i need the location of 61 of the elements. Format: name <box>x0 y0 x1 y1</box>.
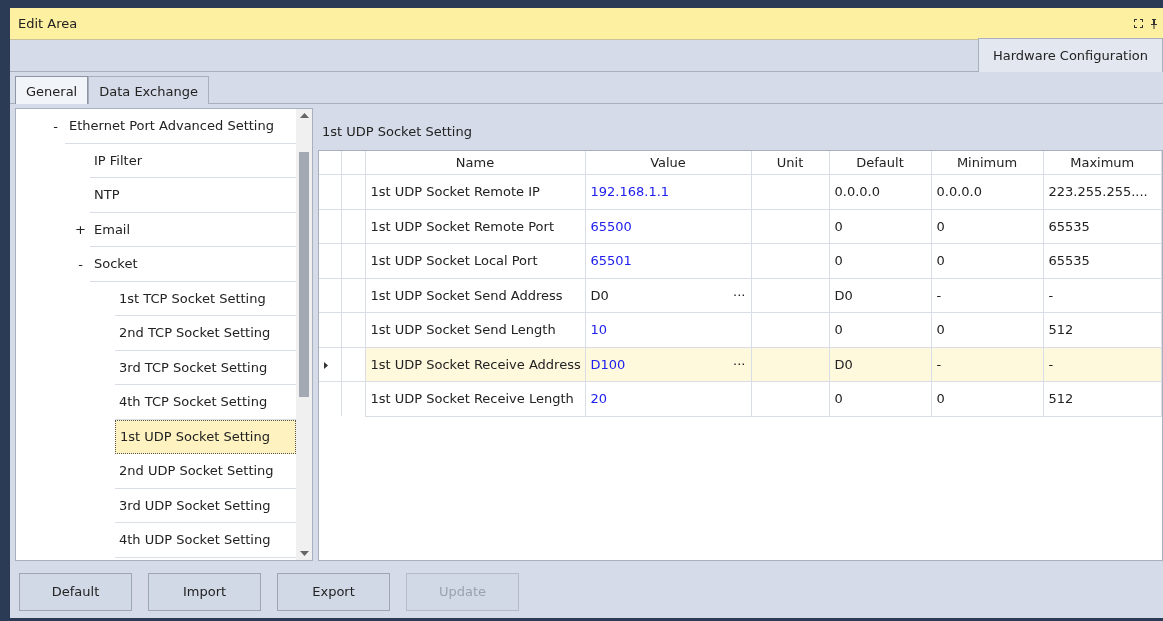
table-cell: 1st UDP Socket Remote Port <box>365 209 585 244</box>
table-cell: 0 <box>931 312 1043 347</box>
table-cell: - <box>1043 278 1162 313</box>
column-header[interactable]: Name <box>365 150 585 175</box>
table-cell: 1st UDP Socket Send Length <box>365 312 585 347</box>
column-header[interactable]: Default <box>829 150 931 175</box>
scrollbar-thumb[interactable] <box>299 152 309 397</box>
pin-icon[interactable] <box>1151 18 1157 29</box>
browse-button[interactable]: ··· <box>733 354 746 374</box>
table-cell: 512 <box>1043 381 1162 416</box>
table-cell: 1st UDP Socket Local Port <box>365 243 585 278</box>
table-cell: 512 <box>1043 312 1162 347</box>
value-cell[interactable]: D100 ··· <box>585 347 751 382</box>
table-cell: 1st UDP Socket Remote IP <box>365 174 585 209</box>
table-cell: 1st UDP Socket Send Address <box>365 278 585 313</box>
current-row-icon <box>324 361 328 369</box>
table-cell: D0 <box>829 278 931 313</box>
tab[interactable]: Data Exchange <box>88 76 209 104</box>
scroll-down-icon[interactable] <box>299 551 309 556</box>
document-tab[interactable]: Hardware Configuration <box>977 37 1163 72</box>
value-cell[interactable]: 10 <box>585 312 751 347</box>
column-header[interactable]: Value <box>585 150 751 175</box>
table-cell: 0.0.0.0 <box>931 174 1043 209</box>
table-cell: 0 <box>931 209 1043 244</box>
tree-item[interactable]: 1st UDP Socket Setting <box>115 419 296 454</box>
table-cell: - <box>931 347 1043 382</box>
section-title: 1st UDP Socket Setting <box>321 123 473 141</box>
maximize-icon[interactable] <box>1134 19 1143 28</box>
value-cell[interactable]: 192.168.1.1 <box>585 174 751 209</box>
tab[interactable]: General <box>15 76 89 104</box>
table-cell: 0 <box>829 243 931 278</box>
table-cell: - <box>1043 347 1162 382</box>
value-cell[interactable]: D0 ··· <box>585 278 751 313</box>
value-cell[interactable]: 20 <box>585 381 751 416</box>
table-cell: 1st UDP Socket Receive Address <box>365 347 585 382</box>
expand-toggle[interactable]: + <box>71 220 90 240</box>
table-cell: 0 <box>829 312 931 347</box>
action-button[interactable]: Import <box>148 573 261 611</box>
table-cell: 65535 <box>1043 209 1162 244</box>
table-cell: 65535 <box>1043 243 1162 278</box>
panel-title: Edit Area <box>18 14 79 33</box>
column-header[interactable]: Unit <box>751 150 829 175</box>
action-button[interactable]: Export <box>277 573 390 611</box>
table-cell: D0 <box>829 347 931 382</box>
table-cell: 0 <box>829 381 931 416</box>
column-header[interactable]: Maximum <box>1043 150 1162 175</box>
column-header[interactable]: Minimum <box>931 150 1043 175</box>
table-cell: 223.255.255.... <box>1043 174 1162 209</box>
scroll-up-icon[interactable] <box>299 113 309 118</box>
table-cell: 1st UDP Socket Receive Length <box>365 381 585 416</box>
table-cell: 0 <box>931 381 1043 416</box>
table-cell: - <box>931 278 1043 313</box>
expand-toggle[interactable]: - <box>46 116 65 136</box>
expand-toggle[interactable]: - <box>71 254 90 274</box>
action-button[interactable]: Default <box>19 573 132 611</box>
table-cell: 0 <box>829 209 931 244</box>
browse-button[interactable]: ··· <box>733 285 746 305</box>
value-cell[interactable]: 65501 <box>585 243 751 278</box>
table-cell: 0.0.0.0 <box>829 174 931 209</box>
value-cell[interactable]: 65500 <box>585 209 751 244</box>
table-cell: 0 <box>931 243 1043 278</box>
